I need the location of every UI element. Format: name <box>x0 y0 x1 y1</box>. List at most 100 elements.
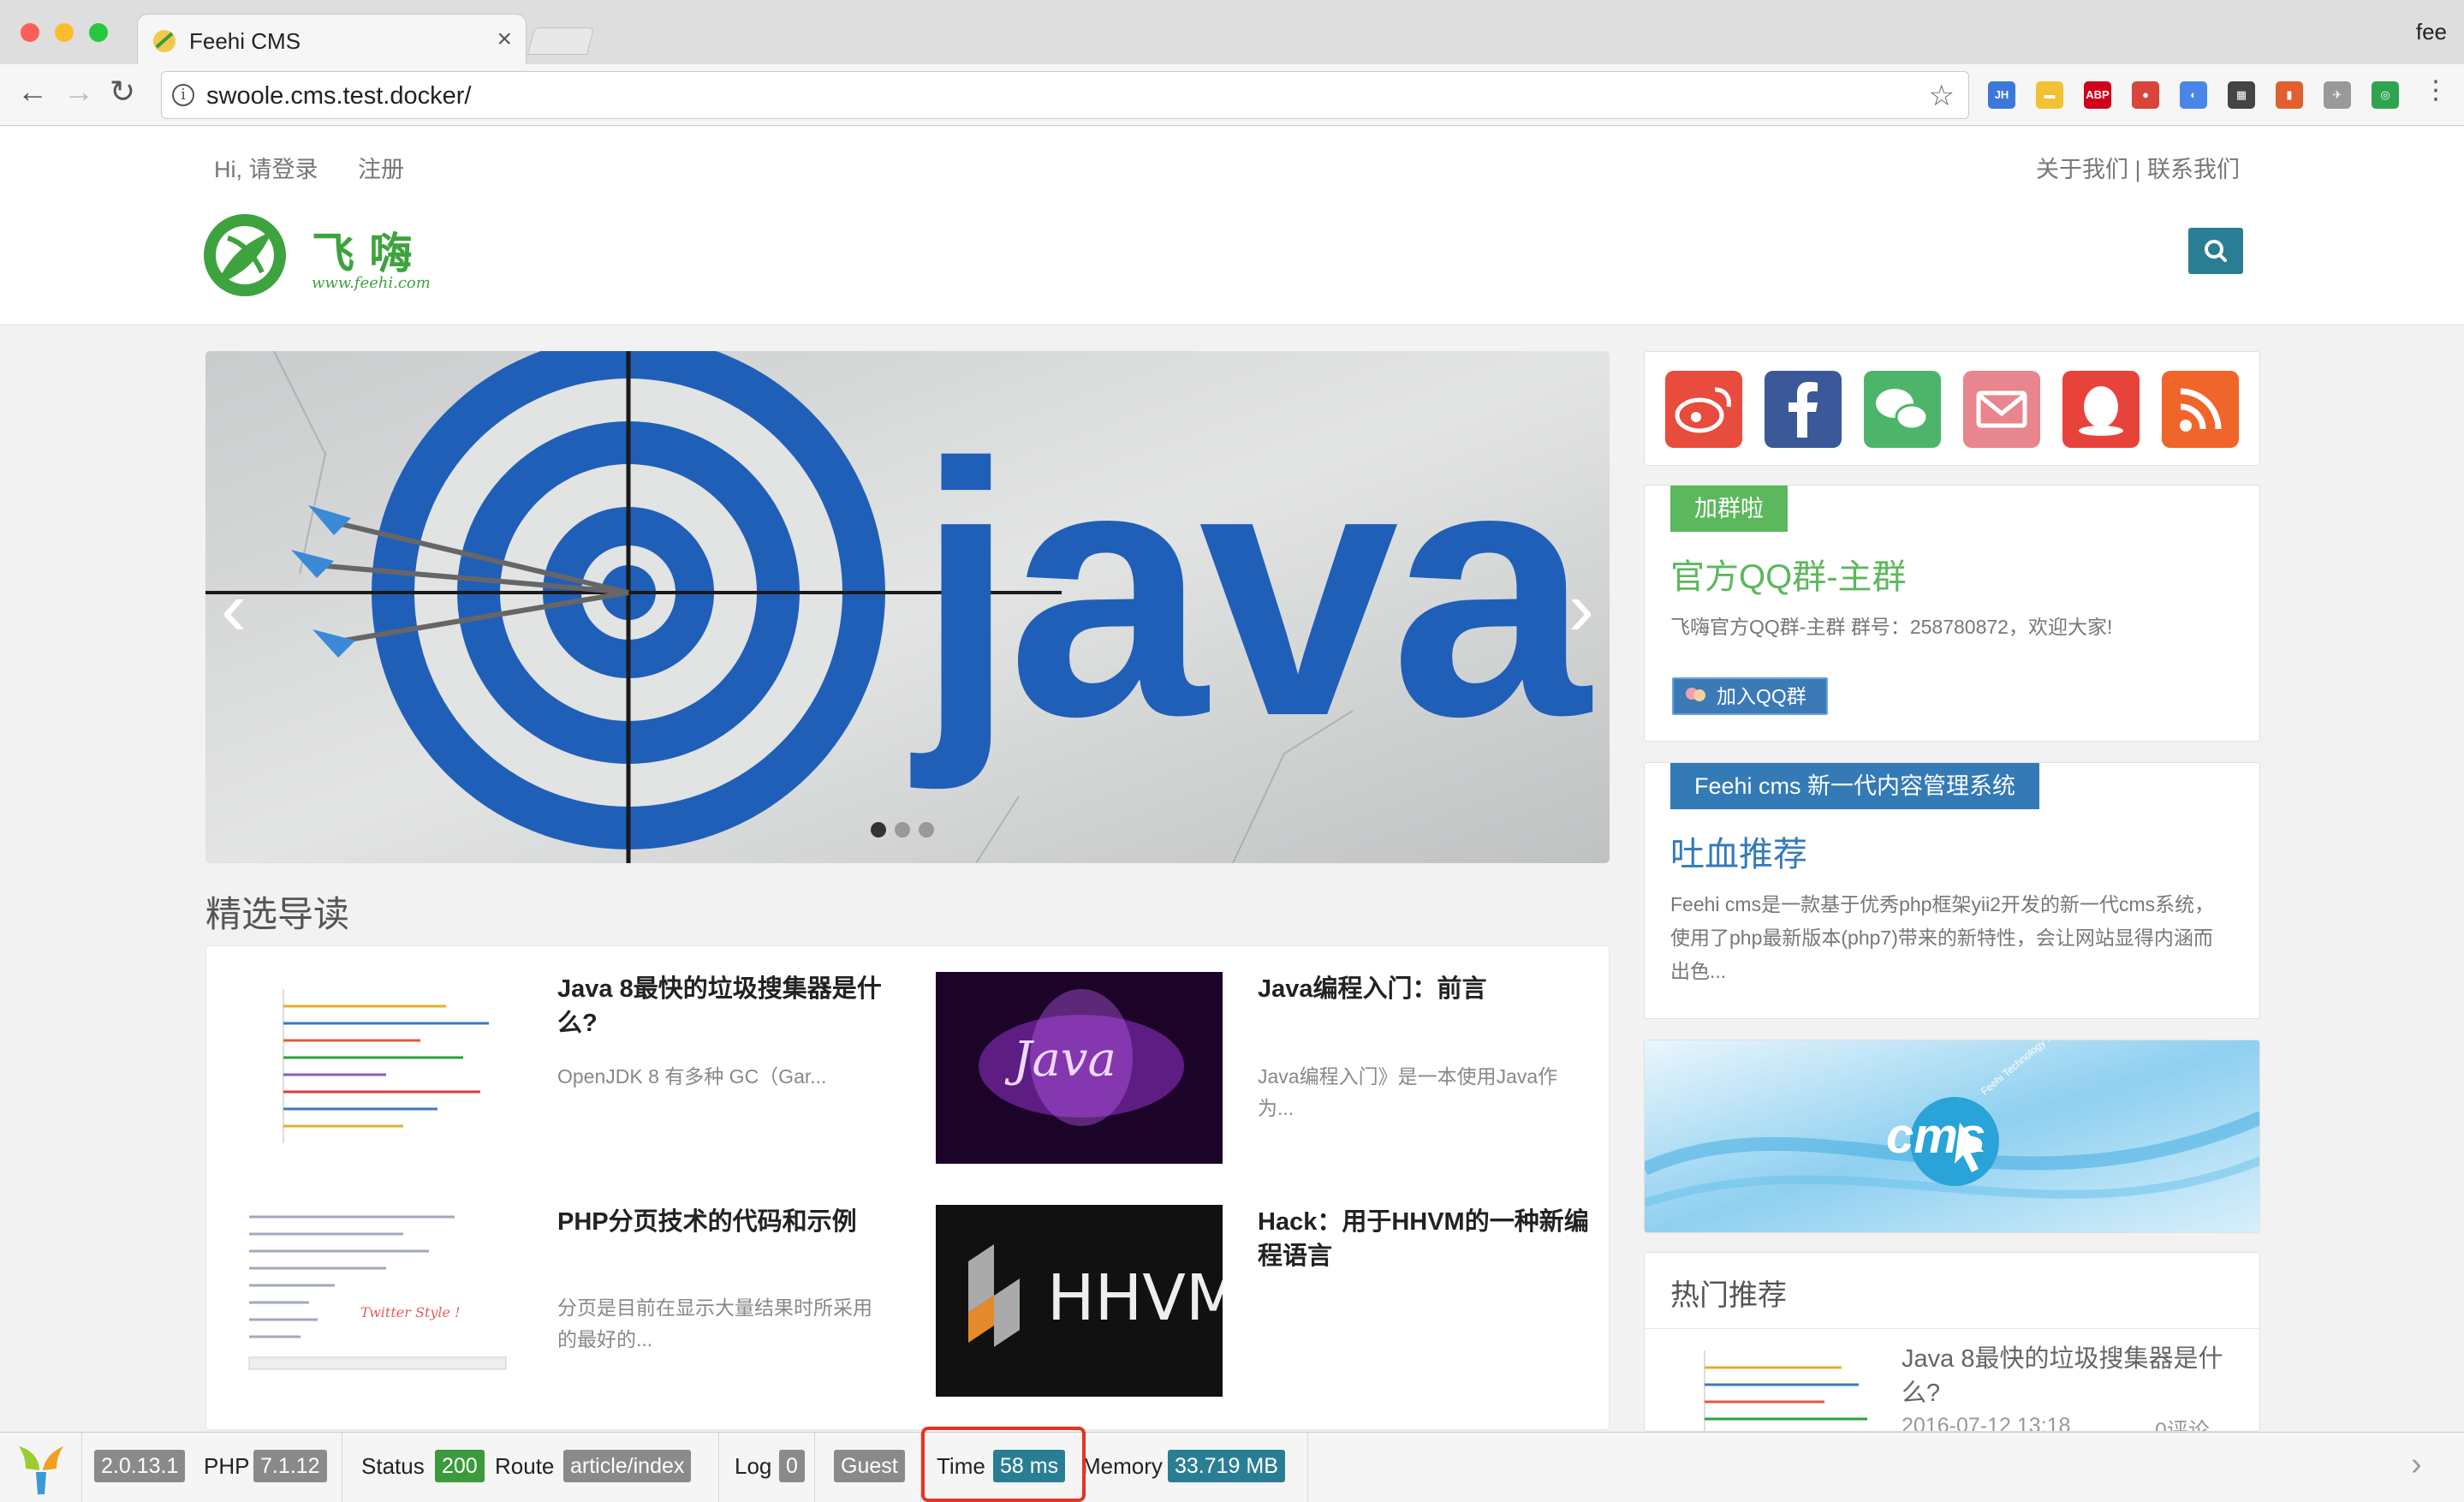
carousel-prev-icon[interactable]: ‹ <box>221 565 247 653</box>
user-segment[interactable]: Guest <box>815 1433 921 1502</box>
article-desc-1: OpenJDK 8 有多种 GC（Gar... <box>557 1065 827 1088</box>
qq-panel-body: 飞嗨官方QQ群-主群 群号：258780872，欢迎大家! <box>1670 616 2113 638</box>
join-qq-group-label: 加入QQ群 <box>1717 685 1806 707</box>
wechat-icon[interactable] <box>1864 371 1941 448</box>
site-logo[interactable]: 飞 嗨 www.feehi.com <box>202 212 431 311</box>
office-extension-icon[interactable]: ▮ <box>2276 81 2303 109</box>
cms-banner[interactable]: cms Feehi Technology Limited <box>1644 1040 2260 1233</box>
forward-arrow-icon[interactable]: → <box>63 76 94 107</box>
gc-chart-thumbnail <box>232 972 519 1164</box>
article-title-2[interactable]: Java编程入门：前言 <box>1258 972 1592 1006</box>
email-icon[interactable] <box>1963 371 2040 448</box>
log-label: Log <box>735 1453 772 1479</box>
cms-panel-tag: Feehi cms 新一代内容管理系统 <box>1670 763 2040 809</box>
new-tab-button[interactable] <box>527 27 595 55</box>
article-title-3[interactable]: PHP分页技术的代码和示例 <box>557 1205 891 1239</box>
maximize-window-button[interactable] <box>89 23 108 42</box>
close-tab-icon[interactable]: × <box>497 25 512 54</box>
register-link[interactable]: 注册 <box>358 151 404 184</box>
reload-icon[interactable]: ↻ <box>110 76 135 107</box>
address-bar[interactable]: i swoole.cms.test.docker/ ☆ <box>161 71 1969 119</box>
site-header: Hi, 请登录 注册 关于我们 | 联系我们 飞 嗨 www.feehi.com <box>0 127 2464 325</box>
time-highlight-box <box>921 1427 1086 1502</box>
article-title-4[interactable]: Hack：用于HHVM的一种新编程语言 <box>1258 1205 1592 1273</box>
address-bar-url[interactable]: swoole.cms.test.docker/ <box>206 82 471 110</box>
status-badge: 200 <box>435 1450 485 1482</box>
cms-recommend-panel: Feehi cms 新一代内容管理系统 吐血推荐 Feehi cms是一款基于优… <box>1644 762 2260 1019</box>
about-contact-links[interactable]: 关于我们 | 联系我们 <box>2036 151 2240 184</box>
article-thumbnail-3[interactable]: Twitter Style ! <box>232 1205 519 1397</box>
browser-tab-strip: Feehi CMS × fee <box>0 0 2464 65</box>
close-window-button[interactable] <box>21 23 39 42</box>
user-badge: Guest <box>834 1450 905 1482</box>
article-thumbnail-1[interactable] <box>232 972 519 1164</box>
browser-menu-icon[interactable]: ⋮ <box>2423 78 2449 104</box>
carousel-dot-1[interactable] <box>871 822 886 837</box>
featured-articles: Java 8最快的垃圾搜集器是什么? OpenJDK 8 有多种 GC（Gar.… <box>205 945 1610 1430</box>
bookmark-star-icon[interactable]: ☆ <box>1929 79 1955 113</box>
login-link[interactable]: Hi, 请登录 <box>214 151 318 184</box>
article-thumbnail-2[interactable]: Java <box>936 972 1223 1164</box>
logo-text: 飞 嗨 <box>312 228 413 278</box>
article-desc-3: 分页是目前在显示大量结果时所采用的最好的... <box>557 1296 872 1350</box>
request-segment[interactable]: Status 200 Route article/index <box>342 1433 719 1502</box>
hot-item-title[interactable]: Java 8最快的垃圾搜集器是什么? <box>1902 1342 2235 1410</box>
php-label: PHP <box>204 1453 250 1479</box>
globe-extension-icon[interactable]: ◐ <box>2180 81 2207 109</box>
record-extension-icon[interactable]: ● <box>2132 81 2159 109</box>
cms-panel-title[interactable]: 吐血推荐 <box>1670 826 1807 876</box>
qq-group-panel: 加群啦 官方QQ群-主群 飞嗨官方QQ群-主群 群号：258780872，欢迎大… <box>1644 485 2260 742</box>
browser-tab[interactable]: Feehi CMS × <box>137 14 527 65</box>
qq-panel-title[interactable]: 官方QQ群-主群 <box>1670 549 1907 599</box>
slide-headline: java <box>916 390 1590 791</box>
hot-item-thumbnail[interactable] <box>1670 1342 1876 1432</box>
article-thumbnail-4[interactable]: HHVM <box>936 1205 1223 1397</box>
hhvm-thumb-text: HHVM <box>1047 1261 1223 1335</box>
qr-code-extension-icon[interactable]: ▦ <box>2228 81 2255 109</box>
java-thumb-text: Java <box>1013 1032 1116 1088</box>
memory-segment[interactable]: Memory 33.719 MB <box>1082 1433 1308 1502</box>
site-info-icon[interactable]: i <box>172 84 194 106</box>
log-count-badge: 0 <box>779 1450 805 1482</box>
facebook-icon[interactable] <box>1765 371 1842 448</box>
memory-label: Memory <box>1082 1453 1163 1479</box>
adblock-plus-icon[interactable]: ABP <box>2084 81 2111 109</box>
search-icon <box>2205 240 2227 262</box>
cms-panel-body: Feehi cms是一款基于优秀php框架yii2开发的新一代cms系统，使用了… <box>1670 893 2215 982</box>
back-arrow-icon[interactable]: ← <box>17 76 48 107</box>
route-label: Route <box>495 1453 555 1479</box>
yii-logo-icon <box>19 1446 63 1494</box>
carousel-next-icon[interactable]: › <box>1568 565 1594 653</box>
carousel-dot-2[interactable] <box>895 822 910 837</box>
hot-item-date: 2016-07-12 13:18 <box>1902 1414 2071 1432</box>
qq-panel-tag: 加群啦 <box>1670 486 1788 532</box>
twitter-style-text: Twitter Style ! <box>360 1304 461 1320</box>
version-segment[interactable]: 2.0.13.1 PHP 7.1.12 <box>82 1433 342 1502</box>
article-title-1[interactable]: Java 8最快的垃圾搜集器是什么? <box>557 972 891 1040</box>
hot-item-comments: 0评论 <box>2155 1419 2210 1432</box>
jh-extension-icon[interactable]: JH <box>1988 81 2015 109</box>
article-desc-2: Java编程入门》是一本使用Java作为... <box>1258 1065 1558 1119</box>
featured-section-title: 精选导读 <box>205 894 350 934</box>
weibo-icon[interactable] <box>1665 371 1742 448</box>
carousel-dot-3[interactable] <box>919 822 934 837</box>
toolbar-collapse-icon[interactable]: › <box>2411 1446 2422 1483</box>
qq-icon[interactable] <box>2062 371 2140 448</box>
log-segment[interactable]: Log 0 <box>719 1433 815 1502</box>
qq-group-icon <box>1686 688 1705 701</box>
rss-icon[interactable] <box>2162 371 2239 448</box>
yii-version-badge: 2.0.13.1 <box>94 1450 186 1482</box>
hot-recommend-panel: 热门推荐 Java 8最快的垃圾搜集器是什么? 2016-07-12 13:18… <box>1644 1252 2260 1432</box>
memory-badge: 33.719 MB <box>1168 1450 1285 1482</box>
minimize-window-button[interactable] <box>55 23 74 42</box>
yii-logo-segment[interactable] <box>0 1433 82 1502</box>
profile-name[interactable]: fee <box>2416 19 2447 45</box>
notes-extension-icon[interactable]: ▬ <box>2036 81 2063 109</box>
hot-panel-title: 热门推荐 <box>1670 1279 1787 1312</box>
plane-extension-icon[interactable]: ✈ <box>2324 81 2351 109</box>
speed-extension-icon[interactable]: ◎ <box>2372 81 2399 109</box>
join-qq-group-button[interactable]: 加入QQ群 <box>1672 677 1828 715</box>
hero-carousel[interactable]: java ‹ › <box>205 351 1610 863</box>
search-button[interactable] <box>2188 228 2243 274</box>
social-panel <box>1644 351 2260 466</box>
